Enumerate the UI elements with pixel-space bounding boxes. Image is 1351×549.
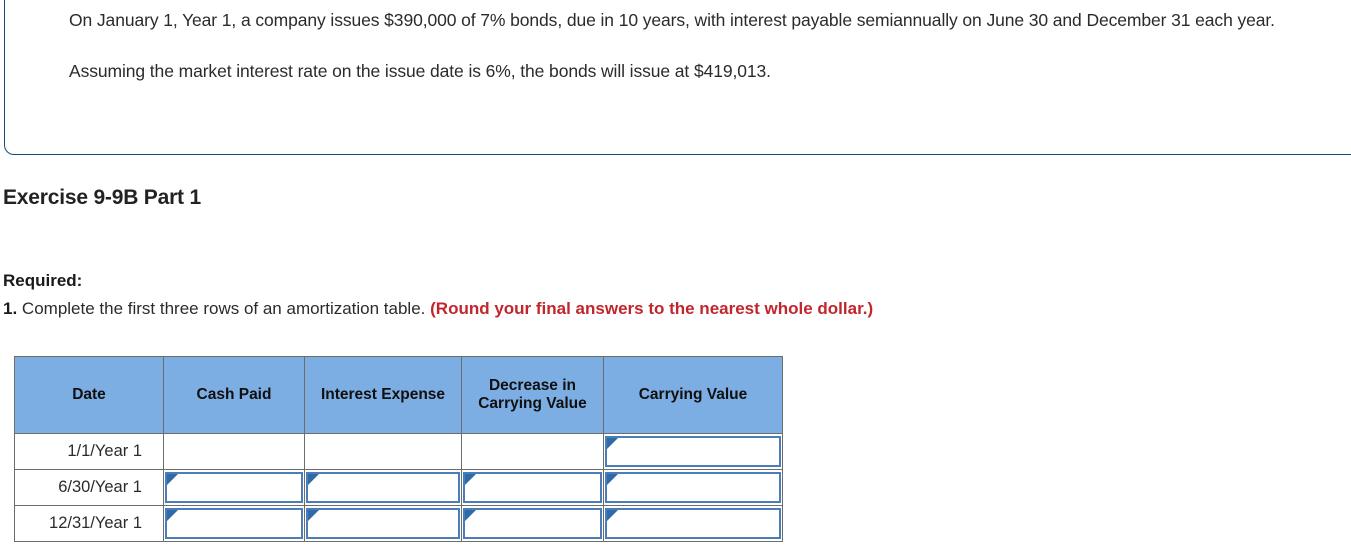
page-title: Exercise 9-9B Part 1 (3, 186, 201, 209)
table-header-row: Date Cash Paid Interest Expense Decrease… (14, 356, 783, 434)
cash-paid-input[interactable] (165, 472, 303, 503)
interest-expense-input-cell[interactable] (304, 469, 462, 506)
amortization-table: Date Cash Paid Interest Expense Decrease… (14, 356, 783, 542)
table-row: 12/31/Year 1 (14, 505, 783, 542)
cash-paid-input-cell[interactable] (163, 505, 305, 542)
problem-paragraph-2: Assuming the market interest rate on the… (69, 61, 771, 81)
interest-expense-input[interactable] (306, 508, 460, 539)
cash-paid-cell-empty (163, 433, 305, 470)
required-item-text: Complete the first three rows of an amor… (21, 299, 426, 318)
row-date-label: 1/1/Year 1 (14, 433, 164, 470)
row-date-label: 6/30/Year 1 (14, 469, 164, 506)
required-item-number: 1. (3, 299, 18, 318)
decrease-carrying-value-input[interactable] (463, 508, 602, 539)
rounding-note: (Round your final answers to the nearest… (430, 299, 874, 318)
carrying-value-input-cell[interactable] (603, 433, 783, 470)
carrying-value-input[interactable] (605, 508, 781, 539)
cash-paid-input[interactable] (165, 508, 303, 539)
required-label: Required: (3, 271, 83, 290)
decrease-carrying-value-input[interactable] (463, 472, 602, 503)
problem-statement-body: On January 1, Year 1, a company issues $… (69, 8, 1299, 84)
column-header-interest-expense: Interest Expense (304, 356, 462, 434)
column-header-carrying-value: Carrying Value (603, 356, 783, 434)
decrease-carrying-value-input-cell[interactable] (461, 469, 604, 506)
required-section: Required: 1. Complete the first three ro… (3, 269, 873, 321)
column-header-date: Date (14, 356, 164, 434)
carrying-value-input[interactable] (605, 472, 781, 503)
carrying-value-input-cell[interactable] (603, 469, 783, 506)
column-header-cash-paid: Cash Paid (163, 356, 305, 434)
table-row: 6/30/Year 1 (14, 469, 783, 506)
cash-paid-input-cell[interactable] (163, 469, 305, 506)
problem-paragraph-1: On January 1, Year 1, a company issues $… (69, 10, 1275, 30)
decrease-carrying-value-input-cell[interactable] (461, 505, 604, 542)
carrying-value-input[interactable] (605, 436, 781, 467)
decrease-carrying-value-cell-empty (461, 433, 604, 470)
column-header-decrease-in-carrying-value: Decrease in Carrying Value (461, 356, 604, 434)
row-date-label: 12/31/Year 1 (14, 505, 164, 542)
required-item-1: 1. Complete the first three rows of an a… (3, 297, 873, 321)
interest-expense-input[interactable] (306, 472, 460, 503)
interest-expense-cell-empty (304, 433, 462, 470)
carrying-value-input-cell[interactable] (603, 505, 783, 542)
problem-statement-panel: On January 1, Year 1, a company issues $… (4, 0, 1351, 155)
interest-expense-input-cell[interactable] (304, 505, 462, 542)
table-row: 1/1/Year 1 (14, 433, 783, 470)
